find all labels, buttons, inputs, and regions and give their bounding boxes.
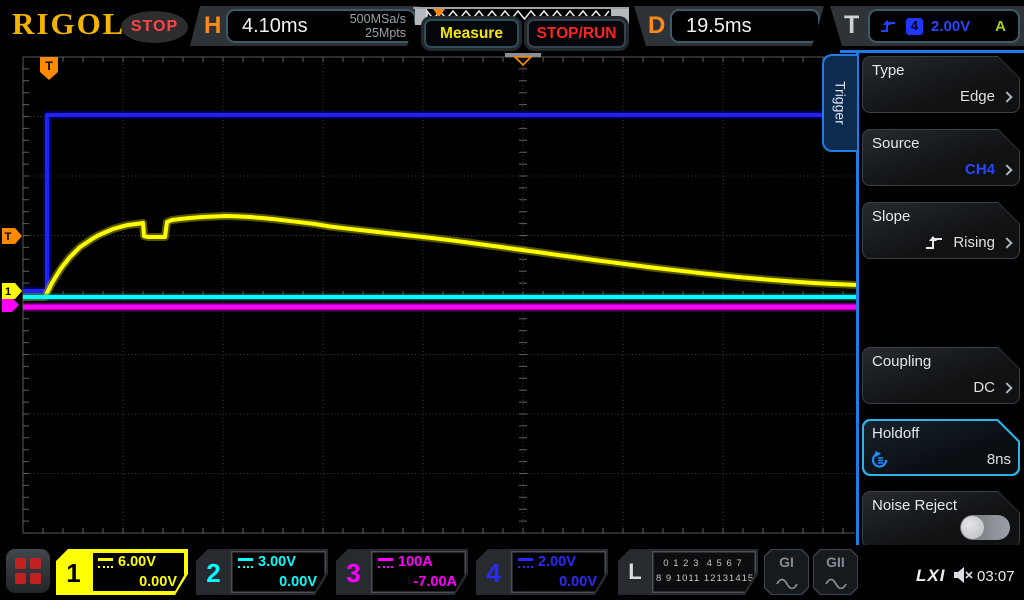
menu-item-coupling[interactable]: Coupling DC	[862, 347, 1020, 404]
menu-item-noise-reject[interactable]: Noise Reject	[862, 491, 1020, 548]
trigger-level-value: 2.00V	[931, 17, 971, 35]
noise-reject-toggle[interactable]	[960, 515, 1010, 540]
oscilloscope-screen: RIGOL STOP H 4.10ms 500MSa/s 25Mpts Measu…	[0, 0, 1024, 600]
measure-button[interactable]: Measure	[424, 19, 519, 48]
bottom-bar: 1 6.00V 0.00V 2 3.00V 0.00V 3 100A -7.00…	[0, 545, 1024, 600]
dc-coupling-icon	[98, 558, 113, 568]
dc-coupling-icon	[238, 558, 253, 568]
chevron-right-icon	[1001, 237, 1012, 248]
chevron-right-icon	[1001, 164, 1012, 175]
rising-edge-icon	[881, 19, 895, 32]
rigol-logo: RIGOL	[12, 6, 126, 41]
waveform-traces	[23, 111, 858, 312]
svg-text:1: 1	[5, 286, 11, 298]
trace-ch4-glow	[23, 111, 857, 295]
sine-wave-icon	[776, 578, 798, 589]
menu-item-holdoff[interactable]: Holdoff 8ns	[862, 419, 1020, 476]
menu-grid-button[interactable]	[6, 549, 50, 593]
stop-run-button[interactable]: STOP/RUN	[527, 19, 626, 48]
rotate-knob-icon	[870, 450, 890, 469]
logic-channels-block[interactable]: L 0 1 2 3 4 5 6 7 8 9 1011 12131415	[618, 549, 758, 595]
trigger-tab[interactable]: Trigger	[822, 54, 857, 152]
ch3-level-marker[interactable]	[2, 298, 19, 312]
svg-text:T: T	[5, 231, 12, 243]
sample-rate-memdepth: 500MSa/s 25Mpts	[349, 12, 406, 40]
ch1-level-marker[interactable]: 1	[2, 283, 22, 299]
trigger-info-block[interactable]: T 4 2.00V A	[830, 6, 1024, 46]
chevron-right-icon	[1001, 382, 1012, 393]
delay-block[interactable]: D 19.5ms	[634, 6, 824, 46]
trigger-position-marker[interactable]	[505, 53, 541, 67]
trigger-menu-sidebar: Trigger Type Edge Source CH4 Slope Risin…	[820, 50, 1024, 600]
speaker-muted-icon[interactable]	[953, 567, 973, 583]
channel-3-block[interactable]: 3 100A -7.00A	[336, 549, 468, 595]
t-label: T	[844, 11, 860, 39]
acquisition-status-badge: STOP	[121, 11, 188, 43]
horizontal-timebase-block[interactable]: H 4.10ms 500MSa/s 25Mpts	[190, 6, 420, 46]
trace-ch4	[23, 113, 857, 293]
rising-edge-icon	[923, 235, 945, 251]
generator-2-button[interactable]: GII	[813, 549, 858, 595]
grid-icon	[15, 558, 41, 584]
menu-item-source[interactable]: Source CH4	[862, 129, 1020, 186]
channel-2-block[interactable]: 2 3.00V 0.00V	[196, 549, 328, 595]
trace-ch1	[23, 214, 858, 299]
generator-1-button[interactable]: GI	[764, 549, 809, 595]
trace-ch1-glow	[23, 212, 858, 301]
chevron-right-icon	[1001, 91, 1012, 102]
h-label: H	[204, 12, 222, 39]
timebase-value: 4.10ms	[242, 14, 308, 37]
trigger-time-marker[interactable]: T	[40, 57, 58, 80]
channel-1-block[interactable]: 1 6.00V 0.00V	[56, 549, 188, 595]
trigger-level-marker[interactable]: T	[2, 228, 22, 244]
trigger-mode-auto: A	[995, 17, 1006, 35]
clock: 03:07	[977, 568, 1015, 585]
sine-wave-icon	[825, 578, 847, 589]
top-bar: RIGOL STOP H 4.10ms 500MSa/s 25Mpts Measu…	[0, 0, 1024, 50]
menu-item-type[interactable]: Type Edge	[862, 56, 1020, 113]
trigger-source-badge: 4	[906, 17, 923, 35]
channel-4-block[interactable]: 4 2.00V 0.00V	[476, 549, 608, 595]
menu-item-slope[interactable]: Slope Rising	[862, 202, 1020, 259]
svg-text:T: T	[45, 59, 53, 73]
dc-coupling-icon	[518, 558, 533, 568]
waveform-display: T T 1	[0, 50, 860, 545]
dc-coupling-icon	[378, 558, 393, 568]
lxi-logo: LXI	[916, 566, 946, 585]
toggle-knob	[961, 516, 984, 539]
delay-value: 19.5ms	[686, 14, 752, 37]
d-label: D	[648, 12, 666, 39]
